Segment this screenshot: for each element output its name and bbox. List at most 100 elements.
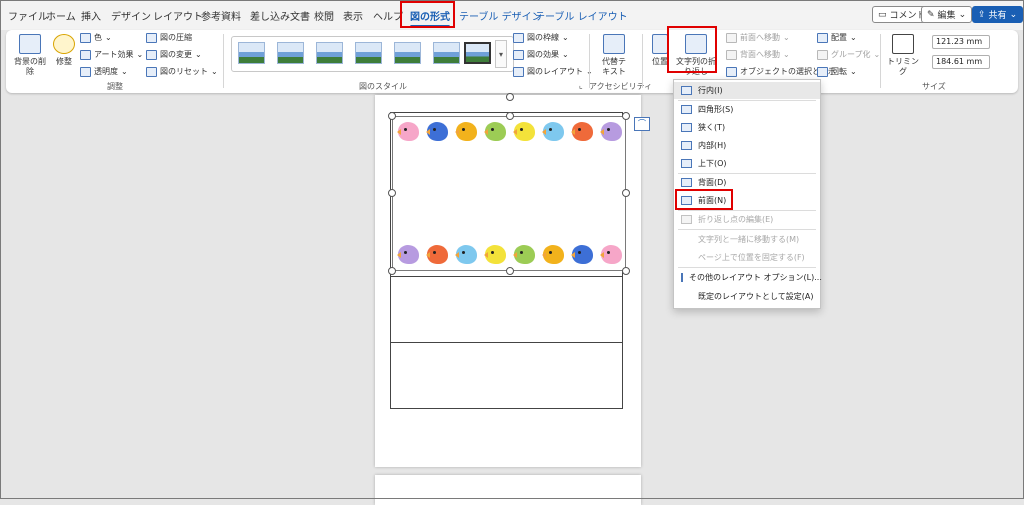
picture-border-button[interactable]: 図の枠線 ⌄ [513,32,569,43]
tab-table-design[interactable]: テーブル デザイン [459,8,542,23]
rotate-button[interactable]: 回転 ⌄ [817,66,857,77]
group-label-picture-styles: 図のスタイル [359,82,407,91]
tab-review[interactable]: 校閲 [314,8,334,23]
document-page-next[interactable] [375,475,641,505]
reset-picture-button[interactable]: 図のリセット ⌄ [146,66,218,77]
layout-options-button[interactable]: ⌒ [634,117,650,131]
width-spinner[interactable]: 184.61 mm [932,55,990,69]
tab-home[interactable]: ホーム [46,8,76,23]
width-value: 184.61 mm [936,57,983,66]
menu-item-fix-position[interactable]: ページ上で位置を固定する(F) [674,249,820,266]
reset-picture-label: 図のリセット [160,67,208,76]
menu-item-set-default[interactable]: 既定のレイアウトとして設定(A) [674,288,820,305]
tab-view[interactable]: 表示 [343,8,363,23]
wrap-inline-icon [681,86,692,95]
color-button[interactable]: 色 ⌄ [80,32,112,43]
resize-handle[interactable] [388,112,396,120]
bird-illustration [600,122,622,141]
menu-item-through[interactable]: 内部(H) [674,137,820,154]
bird-picture[interactable] [392,116,626,271]
compress-pictures-button[interactable]: 図の圧縮 [146,32,192,43]
tab-references[interactable]: 参考資料 [201,8,241,23]
style-thumbnail[interactable] [316,42,343,64]
bird-illustration [513,122,535,141]
resize-handle[interactable] [388,189,396,197]
table-row-border [391,342,622,343]
bird-illustration [600,245,622,264]
tab-design[interactable]: デザイン [111,8,151,23]
menu-item-more-layout-options[interactable]: その他のレイアウト オプション(L)... [674,269,822,286]
tab-help[interactable]: ヘルプ [373,8,403,23]
picture-effects-button[interactable]: 図の効果 ⌄ [513,49,569,60]
share-button[interactable]: ⇪ 共有 ⌄ [972,6,1024,23]
layout-options-icon [681,273,683,282]
bird-illustration [455,122,477,141]
style-thumbnail[interactable] [394,42,421,64]
height-spinner[interactable]: 121.23 mm [932,35,990,49]
chevron-down-icon: ⌄ [562,50,569,59]
resize-handle[interactable] [388,267,396,275]
picture-layout-button[interactable]: 図のレイアウト⌄ [513,66,593,77]
remove-background-label: 背景の削除 [14,57,46,76]
comment-icon: ▭ [878,9,887,20]
picture-styles-gallery[interactable] [231,36,514,72]
group-label-adjust: 調整 [107,82,123,91]
artistic-effects-button[interactable]: アート効果 ⌄ [80,49,143,60]
menu-separator [678,267,816,268]
position-icon [652,34,668,54]
document-area[interactable]: ⌒ [0,93,1024,505]
menu-item-square[interactable]: 四角形(S) [674,101,820,118]
send-backward-button[interactable]: 背面へ移動 ⌄ [726,49,790,60]
menu-item-move-with-text[interactable]: 文字列と一緒に移動する(M) [674,231,820,248]
bird-illustration [571,245,593,264]
rotate-label: 回転 [831,67,847,76]
corrections-button[interactable]: 修整 [51,34,77,67]
chevron-down-icon: ⌄ [136,50,144,59]
menu-item-in-line[interactable]: 行内(I) [674,82,820,99]
style-thumbnail-selected[interactable] [464,42,491,64]
resize-handle[interactable] [622,112,630,120]
chevron-down-icon: ⌄ [850,33,857,42]
style-thumbnail[interactable] [277,42,304,64]
dialog-launcher-icon[interactable]: ⌞ [579,81,583,90]
menu-item-top-bottom[interactable]: 上下(O) [674,155,820,172]
gallery-more-button[interactable]: ▾ [495,40,507,68]
alt-text-button[interactable]: 代替テキスト [596,34,632,77]
crop-label: トリミング [887,57,919,76]
effects-icon [513,49,524,60]
crop-button[interactable]: トリミング [886,34,920,77]
transparency-button[interactable]: 透明度 ⌄ [80,66,128,77]
tab-insert[interactable]: 挿入 [81,8,101,23]
menu-item-edit-wrap-points[interactable]: 折り返し点の編集(E) [674,211,820,228]
align-label: 配置 [831,33,847,42]
tab-layout[interactable]: レイアウト [153,8,203,23]
bird-illustration [455,245,477,264]
resize-handle[interactable] [506,267,514,275]
tab-table-layout[interactable]: テーブル レイアウト [535,8,628,23]
resize-handle[interactable] [622,189,630,197]
group-separator [642,34,643,88]
bird-illustration [484,122,506,141]
change-picture-button[interactable]: 図の変更 ⌄ [146,49,202,60]
pencil-icon: ✎ [927,9,935,20]
group-button[interactable]: グループ化 ⌄ [817,49,880,60]
style-thumbnail[interactable] [355,42,382,64]
align-button[interactable]: 配置 ⌄ [817,32,857,43]
wrap-text-icon: ⌒ [638,119,646,128]
resize-handle[interactable] [506,112,514,120]
share-label: 共有 [988,11,1007,21]
menu-item-tight[interactable]: 狭く(T) [674,119,820,136]
align-icon [817,32,828,43]
tab-mailings[interactable]: 差し込み文書 [250,8,310,23]
edit-mode-button[interactable]: ✎ 編集 ⌄ [921,6,973,23]
remove-background-button[interactable]: 背景の削除 [12,34,48,77]
menu-separator [678,229,816,230]
rotate-handle[interactable] [506,93,514,101]
style-thumbnail[interactable] [238,42,265,64]
bring-forward-button[interactable]: 前面へ移動 ⌄ [726,32,790,43]
resize-handle[interactable] [622,267,630,275]
document-page[interactable] [375,93,641,467]
tab-file[interactable]: ファイル [8,8,48,23]
color-label: 色 [94,33,102,42]
style-thumbnail[interactable] [433,42,460,64]
